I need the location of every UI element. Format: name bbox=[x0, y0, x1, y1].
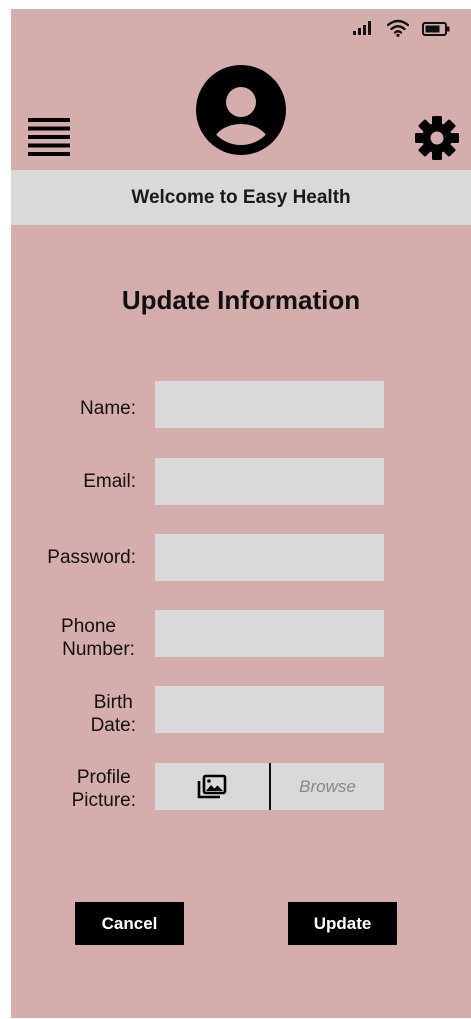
image-upload-button[interactable] bbox=[155, 763, 271, 810]
welcome-banner: Welcome to Easy Health bbox=[11, 170, 471, 225]
wifi-icon bbox=[387, 19, 409, 37]
birth-date-input[interactable] bbox=[155, 686, 384, 733]
password-label: Password: bbox=[47, 547, 136, 568]
name-input[interactable] bbox=[155, 381, 384, 428]
phone-number-label: Phone Number: bbox=[61, 615, 136, 661]
birth-date-label-line-1: Birth bbox=[93, 692, 133, 713]
signal-icon bbox=[353, 21, 371, 35]
profile-picture-label: Profile Picture: bbox=[72, 766, 136, 812]
phone-number-label-line-2: Number: bbox=[62, 639, 135, 660]
battery-icon bbox=[422, 22, 450, 36]
phone-screen: Welcome to Easy Health Update Informatio… bbox=[11, 9, 471, 1018]
phone-number-label-line-1: Phone bbox=[61, 616, 116, 637]
email-input[interactable] bbox=[155, 458, 384, 505]
welcome-text: Welcome to Easy Health bbox=[131, 186, 351, 208]
profile-picture-label-line-1: Profile bbox=[76, 767, 131, 788]
user-avatar-icon[interactable] bbox=[195, 64, 287, 156]
cancel-button[interactable]: Cancel bbox=[75, 902, 184, 945]
page-title: Update Information bbox=[121, 285, 361, 315]
hamburger-menu-icon[interactable] bbox=[28, 118, 70, 156]
gear-icon[interactable] bbox=[414, 115, 460, 161]
birth-date-label: Birth Date: bbox=[91, 691, 136, 737]
name-label: Name: bbox=[80, 398, 136, 419]
profile-picture-label-line-2: Picture: bbox=[71, 790, 136, 811]
phone-number-input[interactable] bbox=[155, 610, 384, 657]
email-label: Email: bbox=[83, 471, 136, 492]
image-icon bbox=[197, 774, 227, 798]
birth-date-label-line-2: Date: bbox=[90, 715, 136, 736]
profile-picture-picker: Browse bbox=[155, 763, 384, 810]
status-bar bbox=[11, 9, 471, 49]
update-button[interactable]: Update bbox=[288, 902, 397, 945]
browse-button[interactable]: Browse bbox=[271, 763, 384, 810]
password-input[interactable] bbox=[155, 534, 384, 581]
